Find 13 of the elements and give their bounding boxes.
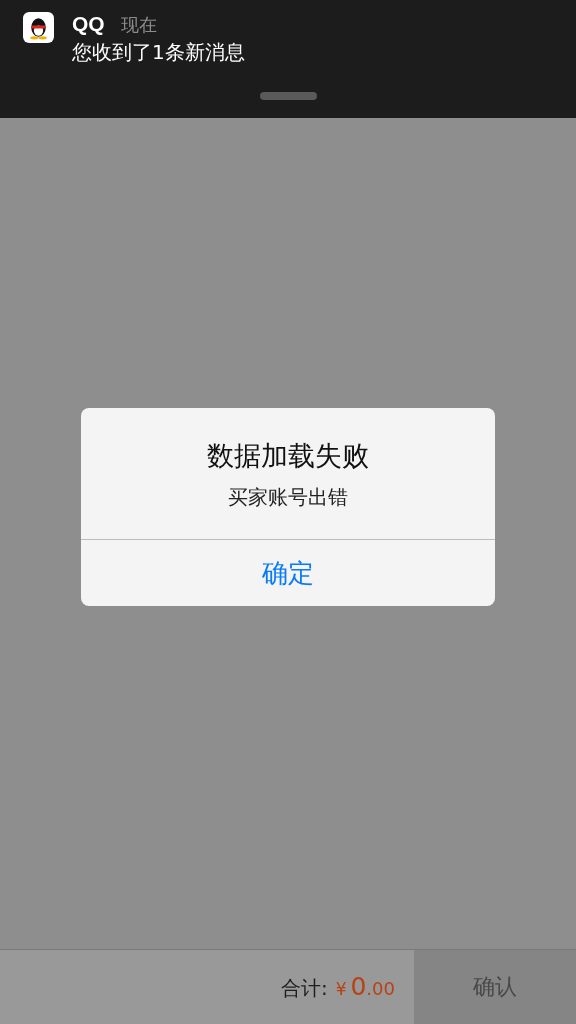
currency-symbol: ¥ xyxy=(335,978,347,1001)
alert-message: 买家账号出错 xyxy=(228,484,348,511)
ok-button[interactable]: 确定 xyxy=(81,540,495,606)
notification-banner[interactable]: QQ 现在 您收到了1条新消息 xyxy=(0,0,576,118)
notification-message: 您收到了1条新消息 xyxy=(72,39,245,66)
notification-time: 现在 xyxy=(120,13,157,37)
total-amount: 0 xyxy=(350,971,367,1003)
app-name: QQ xyxy=(72,12,105,36)
drag-handle[interactable] xyxy=(259,92,317,100)
alert-title: 数据加载失败 xyxy=(207,439,369,473)
app-icon xyxy=(23,12,54,43)
total-label: 合计: xyxy=(280,975,328,1002)
total-decimal: .00 xyxy=(366,977,395,1001)
